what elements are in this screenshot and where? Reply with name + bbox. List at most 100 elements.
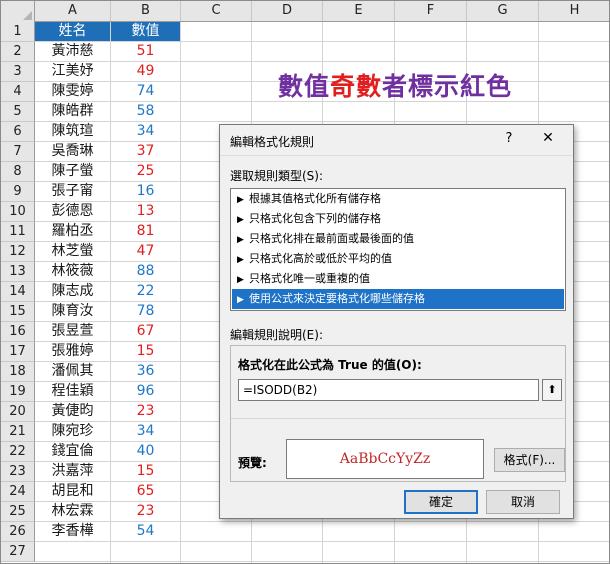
value-cell[interactable]: 25 [111, 162, 180, 181]
row-header-8[interactable]: 8 [1, 162, 35, 182]
value-cell[interactable]: 74 [111, 82, 180, 101]
row-header-11[interactable]: 11 [1, 222, 35, 242]
column-header-h[interactable]: H [539, 1, 609, 21]
name-cell[interactable]: 陳宛珍 [35, 422, 110, 441]
cancel-button[interactable]: 取消 [486, 490, 560, 514]
row-header-7[interactable]: 7 [1, 142, 35, 162]
value-cell[interactable]: 16 [111, 182, 180, 201]
value-cell[interactable]: 96 [111, 382, 180, 401]
row-header-16[interactable]: 16 [1, 322, 35, 342]
row-header-26[interactable]: 26 [1, 522, 35, 542]
collapse-dialog-button[interactable]: ⬆ [542, 379, 562, 401]
name-cell[interactable]: 張子甯 [35, 182, 110, 201]
row-header-18[interactable]: 18 [1, 362, 35, 382]
rule-type-item[interactable]: ▶ 只格式化排在最前面或最後面的值 [232, 229, 564, 249]
row-header-15[interactable]: 15 [1, 302, 35, 322]
row-header-19[interactable]: 19 [1, 382, 35, 402]
name-cell[interactable]: 黃沛慈 [35, 42, 110, 61]
row-header-23[interactable]: 23 [1, 462, 35, 482]
value-cell[interactable]: 88 [111, 262, 180, 281]
value-cell[interactable]: 40 [111, 442, 180, 461]
value-cell[interactable]: 13 [111, 202, 180, 221]
row-header-3[interactable]: 3 [1, 62, 35, 82]
name-cell[interactable]: 黃倢昀 [35, 402, 110, 421]
name-cell[interactable]: 林芝螢 [35, 242, 110, 261]
name-cell[interactable]: 陳皓群 [35, 102, 110, 121]
row-header-10[interactable]: 10 [1, 202, 35, 222]
rule-type-item[interactable]: ▶ 使用公式來決定要格式化哪些儲存格 [232, 289, 564, 309]
value-cell[interactable]: 34 [111, 422, 180, 441]
value-cell[interactable]: 37 [111, 142, 180, 161]
value-cell[interactable]: 54 [111, 522, 180, 541]
rule-type-item[interactable]: ▶ 只格式化包含下列的儲存格 [232, 209, 564, 229]
value-cell[interactable]: 67 [111, 322, 180, 341]
name-cell[interactable]: 李香樺 [35, 522, 110, 541]
name-cell[interactable]: 洪嘉萍 [35, 462, 110, 481]
value-cell[interactable]: 65 [111, 482, 180, 501]
column-header-d[interactable]: D [252, 1, 323, 21]
value-cell[interactable]: 58 [111, 102, 180, 121]
name-cell[interactable]: 潘佩其 [35, 362, 110, 381]
name-cell[interactable]: 張雅婷 [35, 342, 110, 361]
value-cell[interactable]: 49 [111, 62, 180, 81]
value-cell[interactable]: 81 [111, 222, 180, 241]
column-header-b[interactable]: B [111, 1, 181, 21]
name-cell[interactable]: 胡昆和 [35, 482, 110, 501]
value-cell[interactable]: 36 [111, 362, 180, 381]
value-cell[interactable]: 22 [111, 282, 180, 301]
row-header-12[interactable]: 12 [1, 242, 35, 262]
row-header-25[interactable]: 25 [1, 502, 35, 522]
name-cell[interactable]: 陳志成 [35, 282, 110, 301]
name-cell[interactable]: 張昱萱 [35, 322, 110, 341]
row-header-4[interactable]: 4 [1, 82, 35, 102]
value-cell[interactable]: 23 [111, 402, 180, 421]
row-header-9[interactable]: 9 [1, 182, 35, 202]
name-cell[interactable]: 陳筑瑄 [35, 122, 110, 141]
value-cell[interactable]: 51 [111, 42, 180, 61]
row-header-27[interactable]: 27 [1, 542, 35, 562]
name-cell[interactable]: 江美妤 [35, 62, 110, 81]
value-cell[interactable]: 23 [111, 502, 180, 521]
column-header-g[interactable]: G [467, 1, 539, 21]
value-cell[interactable]: 47 [111, 242, 180, 261]
name-cell[interactable]: 陳育汝 [35, 302, 110, 321]
help-icon[interactable]: ? [501, 131, 517, 146]
name-cell[interactable]: 陳雯婷 [35, 82, 110, 101]
row-header-21[interactable]: 21 [1, 422, 35, 442]
row-header-1[interactable]: 1 [1, 22, 35, 42]
select-all-corner[interactable] [1, 1, 35, 22]
row-header-2[interactable]: 2 [1, 42, 35, 62]
formula-input[interactable]: =ISODD(B2) [238, 379, 539, 401]
value-cell[interactable]: 15 [111, 462, 180, 481]
value-cell[interactable]: 15 [111, 342, 180, 361]
column-header-f[interactable]: F [395, 1, 467, 21]
rule-type-list[interactable]: ▶ 根據其值格式化所有儲存格 ▶ 只格式化包含下列的儲存格 ▶ 只格式化排在最前面或最後面… [230, 188, 566, 311]
row-header-5[interactable]: 5 [1, 102, 35, 122]
rule-type-item[interactable]: ▶ 只格式化高於或低於平均的值 [232, 249, 564, 269]
format-button[interactable]: 格式(F)... [494, 448, 565, 472]
row-header-17[interactable]: 17 [1, 342, 35, 362]
row-header-22[interactable]: 22 [1, 442, 35, 462]
name-cell[interactable]: 程佳穎 [35, 382, 110, 401]
name-cell[interactable]: 陳子螢 [35, 162, 110, 181]
row-header-24[interactable]: 24 [1, 482, 35, 502]
name-cell[interactable]: 錢宜倫 [35, 442, 110, 461]
header-cell-name[interactable]: 姓名 [35, 22, 110, 41]
name-cell[interactable]: 林筱薇 [35, 262, 110, 281]
row-header-6[interactable]: 6 [1, 122, 35, 142]
column-header-c[interactable]: C [181, 1, 252, 21]
name-cell[interactable]: 林宏霖 [35, 502, 110, 521]
column-header-a[interactable]: A [35, 1, 111, 21]
name-cell[interactable]: 羅柏丞 [35, 222, 110, 241]
value-cell[interactable]: 34 [111, 122, 180, 141]
header-cell-value[interactable]: 數值 [111, 22, 180, 41]
row-header-20[interactable]: 20 [1, 402, 35, 422]
column-header-e[interactable]: E [323, 1, 395, 21]
close-icon[interactable]: ✕ [538, 130, 558, 146]
row-header-13[interactable]: 13 [1, 262, 35, 282]
name-cell[interactable]: 吳喬琳 [35, 142, 110, 161]
value-cell[interactable]: 78 [111, 302, 180, 321]
rule-type-item[interactable]: ▶ 根據其值格式化所有儲存格 [232, 189, 564, 209]
name-cell[interactable]: 彭德恩 [35, 202, 110, 221]
rule-type-item[interactable]: ▶ 只格式化唯一或重複的值 [232, 269, 564, 289]
